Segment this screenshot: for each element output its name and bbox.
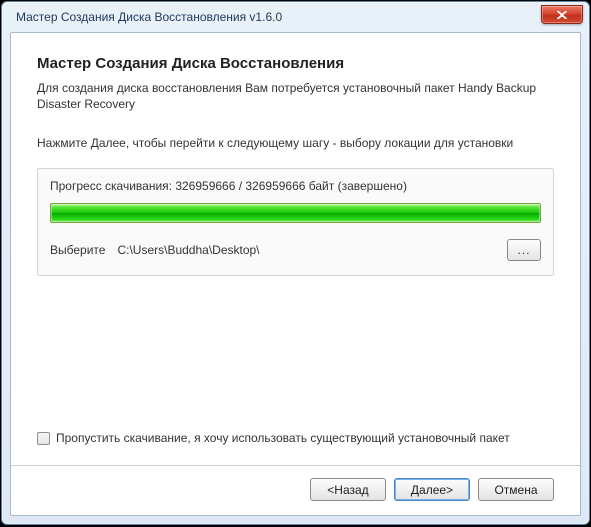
path-label: Выберите: [50, 243, 105, 257]
progress-panel: Прогресс скачивания: 326959666 / 3269596…: [37, 168, 554, 276]
wizard-window: Мастер Создания Диска Восстановления v1.…: [1, 1, 590, 525]
page-heading: Мастер Создания Диска Восстановления: [37, 55, 554, 72]
cancel-button[interactable]: Отмена: [478, 478, 554, 501]
path-row: Выберите C:\Users\Buddha\Desktop\ ...: [50, 239, 541, 261]
skip-download-row: Пропустить скачивание, я хочу использова…: [37, 431, 554, 445]
back-button[interactable]: <Назад: [310, 478, 386, 501]
page-instruction: Нажмите Далее, чтобы перейти к следующем…: [37, 136, 554, 150]
close-icon: [557, 11, 567, 19]
spacer: [37, 276, 554, 431]
progress-bar: [50, 203, 541, 223]
path-value: C:\Users\Buddha\Desktop\: [117, 243, 495, 257]
button-row: <Назад Далее> Отмена: [37, 478, 554, 501]
page-description: Для создания диска восстановления Вам по…: [37, 80, 554, 112]
skip-download-label: Пропустить скачивание, я хочу использова…: [56, 431, 510, 445]
client-area: Мастер Создания Диска Восстановления Для…: [10, 32, 581, 516]
separator: [11, 465, 580, 466]
skip-download-checkbox[interactable]: [37, 432, 50, 445]
progress-label: Прогресс скачивания: 326959666 / 3269596…: [50, 179, 541, 193]
titlebar: Мастер Создания Диска Восстановления v1.…: [2, 2, 589, 32]
browse-button[interactable]: ...: [507, 239, 541, 261]
close-button[interactable]: [541, 5, 583, 24]
next-button[interactable]: Далее>: [394, 478, 470, 501]
window-title: Мастер Создания Диска Восстановления v1.…: [16, 10, 541, 24]
